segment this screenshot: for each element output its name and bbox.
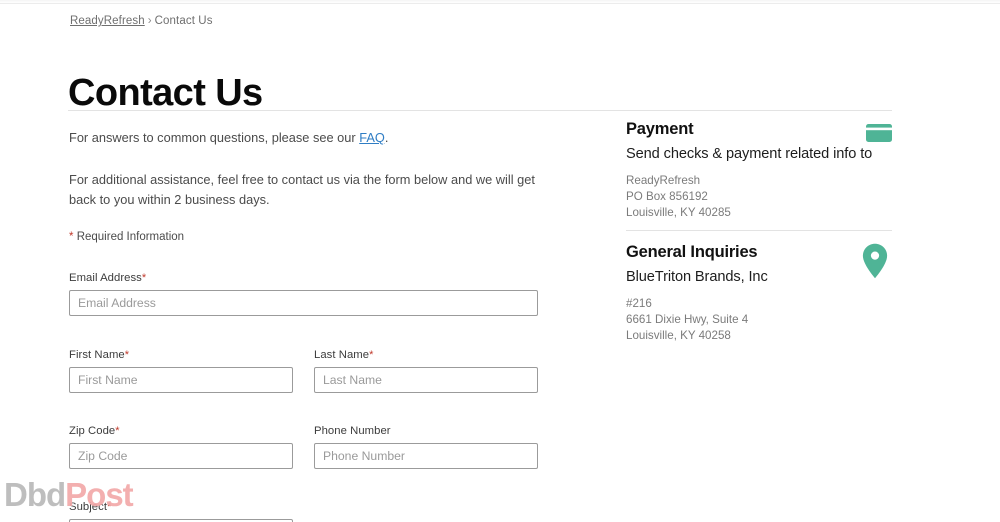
first-name-label-text: First Name bbox=[69, 349, 125, 361]
field-group-phone-number: Phone Number bbox=[314, 425, 538, 469]
email-field-label: Email Address* bbox=[69, 272, 538, 284]
payment-address-line-2: PO Box 856192 bbox=[626, 190, 708, 204]
general-inquiries-address: #216 6661 Dixie Hwy, Suite 4 Louisville,… bbox=[626, 296, 892, 344]
first-name-field-label: First Name* bbox=[69, 349, 293, 361]
breadcrumb-current: Contact Us bbox=[154, 15, 213, 27]
last-name-field-label: Last Name* bbox=[314, 349, 538, 361]
subject-required-asterisk: * bbox=[107, 501, 112, 513]
field-group-first-name: First Name* bbox=[69, 349, 293, 393]
field-group-email: Email Address* bbox=[69, 272, 538, 316]
intro-text-before-faq: For answers to common questions, please … bbox=[69, 130, 360, 145]
subject-label-text: Subject bbox=[69, 501, 108, 513]
payment-subheading: Send checks & payment related info to bbox=[626, 146, 873, 162]
page-title: Contact Us bbox=[68, 72, 263, 115]
map-pin-icon bbox=[862, 243, 888, 279]
intro-paragraph-faq: For answers to common questions, please … bbox=[69, 128, 541, 148]
zip-code-required-asterisk: * bbox=[115, 425, 120, 437]
email-input[interactable] bbox=[69, 290, 538, 316]
title-divider bbox=[68, 110, 892, 111]
contact-us-page: ReadyRefresh › Contact Us Contact Us For a… bbox=[0, 0, 1000, 522]
general-inquiries-address-line-2: 6661 Dixie Hwy, Suite 4 bbox=[626, 313, 749, 327]
intro-paragraph-assistance: For additional assistance, feel free to … bbox=[69, 171, 535, 207]
general-inquiries-card: General Inquiries BlueTriton Brands, Inc… bbox=[626, 243, 892, 344]
last-name-required-asterisk: * bbox=[369, 349, 374, 361]
general-inquiries-address-line-1: #216 bbox=[626, 297, 652, 311]
general-inquiries-heading: General Inquiries bbox=[626, 243, 758, 261]
credit-card-icon bbox=[866, 124, 892, 142]
required-information-label: Required Information bbox=[76, 231, 185, 244]
payment-card: Payment Send checks & payment related in… bbox=[626, 120, 892, 221]
first-name-input[interactable] bbox=[69, 367, 293, 393]
field-row-subject: Subject* bbox=[69, 501, 538, 522]
general-inquiries-address-line-3: Louisville, KY 40258 bbox=[626, 329, 731, 343]
phone-number-input[interactable] bbox=[314, 443, 538, 469]
subject-field-label: Subject* bbox=[69, 501, 293, 513]
zip-code-input[interactable] bbox=[69, 443, 293, 469]
header-bottom-edge bbox=[0, 0, 1000, 4]
last-name-input[interactable] bbox=[314, 367, 538, 393]
intro-text-after-faq: . bbox=[384, 130, 389, 145]
zip-code-label-text: Zip Code bbox=[69, 425, 116, 437]
email-required-asterisk: * bbox=[141, 272, 147, 284]
field-group-zip-code: Zip Code* bbox=[69, 425, 293, 469]
payment-address: ReadyRefresh PO Box 856192 Louisville, K… bbox=[626, 173, 892, 221]
sidebar-divider bbox=[626, 230, 892, 231]
payment-address-line-3: Louisville, KY 40285 bbox=[626, 206, 731, 220]
contact-form-column: For answers to common questions, please … bbox=[69, 128, 549, 522]
required-information-note: * Required Information bbox=[69, 231, 549, 243]
general-inquiries-subheading: BlueTriton Brands, Inc bbox=[626, 269, 768, 285]
breadcrumb-separator: › bbox=[147, 15, 152, 27]
payment-heading: Payment bbox=[626, 120, 694, 138]
field-group-last-name: Last Name* bbox=[314, 349, 538, 393]
field-group-subject: Subject* bbox=[69, 501, 293, 522]
watermark-part-1: Dbd bbox=[4, 476, 66, 513]
first-name-required-asterisk: * bbox=[124, 349, 130, 361]
faq-link[interactable]: FAQ bbox=[359, 130, 385, 145]
contact-info-sidebar: Payment Send checks & payment related in… bbox=[626, 120, 892, 342]
phone-number-label-text: Phone Number bbox=[314, 425, 391, 437]
last-name-label-text: Last Name bbox=[314, 349, 370, 361]
zip-code-field-label: Zip Code* bbox=[69, 425, 293, 437]
phone-number-field-label: Phone Number bbox=[314, 425, 538, 437]
breadcrumb: ReadyRefresh › Contact Us bbox=[70, 15, 213, 27]
field-row-names: First Name* Last Name* bbox=[69, 349, 538, 393]
email-label-text: Email Address bbox=[69, 272, 142, 284]
field-row-zip-phone: Zip Code* Phone Number bbox=[69, 425, 538, 469]
required-asterisk: * bbox=[69, 231, 74, 244]
breadcrumb-link-readyrefresh[interactable]: ReadyRefresh bbox=[70, 15, 145, 27]
payment-address-line-1: ReadyRefresh bbox=[626, 174, 701, 188]
